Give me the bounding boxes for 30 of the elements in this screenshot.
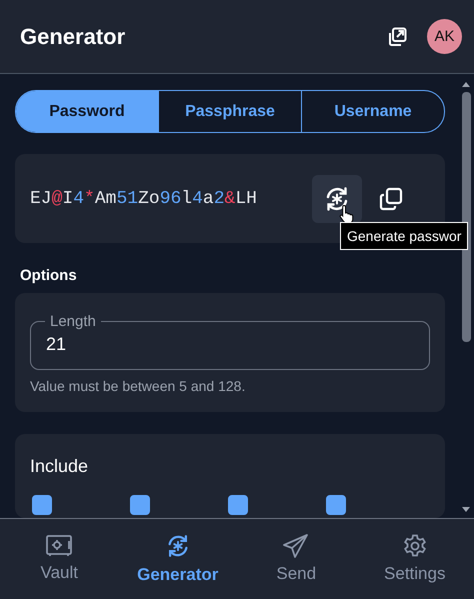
scroll-down-icon[interactable] xyxy=(462,507,470,512)
hand-cursor-icon xyxy=(339,204,355,224)
section-heading: Include xyxy=(30,456,90,477)
generator-type-tab[interactable]: Username xyxy=(301,91,444,132)
checkbox[interactable] xyxy=(326,495,346,515)
nav-tab[interactable]: Settings xyxy=(356,519,474,599)
generator-type-tab[interactable]: Password xyxy=(16,91,158,132)
generator-type-tab[interactable]: Passphrase xyxy=(158,91,301,132)
nav-tab[interactable]: Generator xyxy=(118,519,237,599)
nav-tab[interactable]: Send xyxy=(237,519,356,599)
section-heading: Options xyxy=(20,267,78,284)
settings-icon xyxy=(402,534,427,558)
tooltip: Generate passwor xyxy=(340,222,468,250)
nav-tab[interactable]: Vault xyxy=(0,519,118,599)
account-avatar[interactable]: AK xyxy=(427,19,462,54)
scroll-up-icon[interactable] xyxy=(462,82,470,87)
copy-icon xyxy=(379,186,403,210)
checkbox[interactable] xyxy=(228,495,248,515)
field-label: Length xyxy=(49,313,97,330)
generated-password: EJ@I4*Am51Zo96l4a2&LH xyxy=(30,188,257,208)
checkbox[interactable] xyxy=(130,495,150,515)
safe-icon xyxy=(46,535,72,557)
popout-button[interactable] xyxy=(387,26,407,46)
checkbox[interactable] xyxy=(32,495,52,515)
paper-plane-icon xyxy=(283,534,310,558)
scrollbar-thumb[interactable] xyxy=(462,92,470,342)
regenerate-button[interactable] xyxy=(312,174,362,222)
length-field[interactable]: Length 21 xyxy=(30,313,430,370)
field-hint: Value must be between 5 and 128. xyxy=(30,378,246,394)
page-title: Generator xyxy=(20,24,126,50)
